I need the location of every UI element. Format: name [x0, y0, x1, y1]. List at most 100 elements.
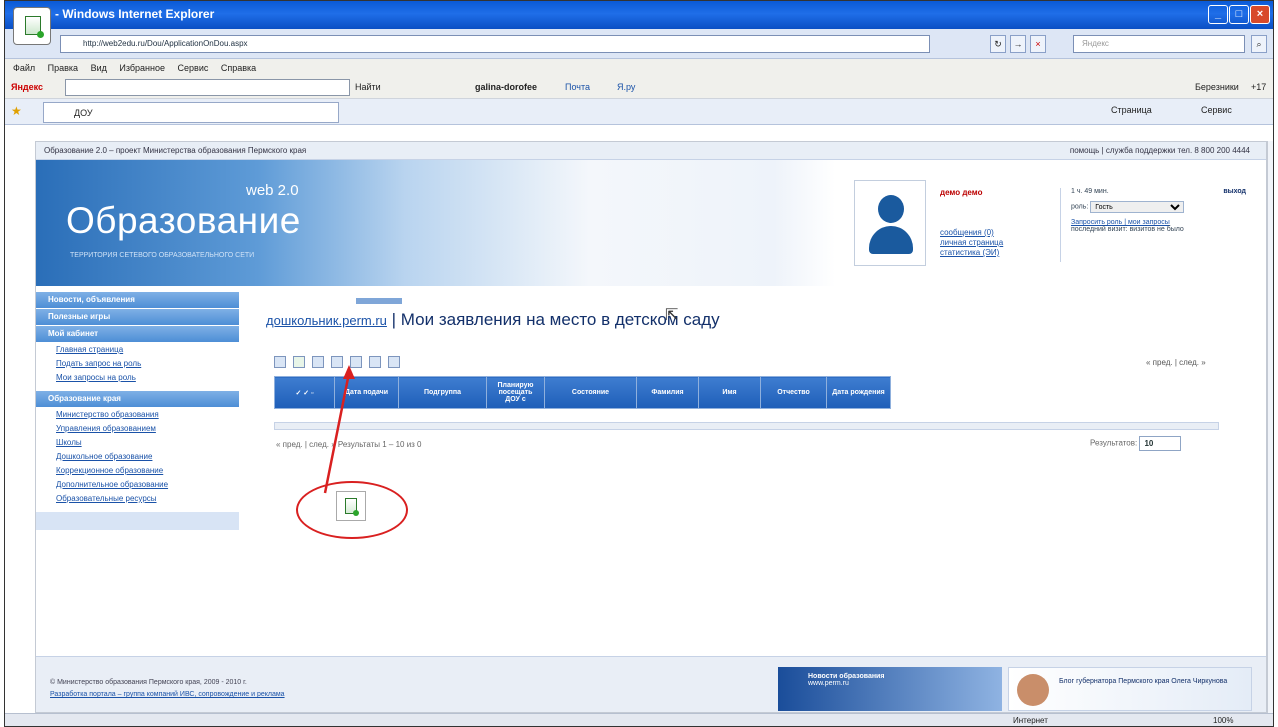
search-icon[interactable]: ⌕ [1251, 35, 1267, 53]
page-icon [13, 7, 51, 45]
sidebar-item-request-role[interactable]: Подать запрос на роль [36, 357, 239, 371]
news-banner[interactable]: Новости образования www.perm.ru [778, 667, 1002, 711]
role-box: 1 ч. 49 мин. выход роль: Гость Запросить … [1060, 188, 1246, 262]
stop-icon[interactable]: × [1030, 35, 1046, 53]
menu-view[interactable]: Вид [91, 63, 107, 73]
sidebar-section-games[interactable]: Полезные игры [36, 309, 239, 325]
avatar [854, 180, 926, 266]
go-icon[interactable]: → [1010, 35, 1026, 53]
new-application-icon[interactable] [293, 356, 306, 369]
sidebar-item-ministry[interactable]: Министерство образования [36, 408, 239, 422]
developer-link[interactable]: Разработка портала – группа компаний ИВС… [50, 691, 285, 698]
governor-blog-banner[interactable]: Блог губернатора Пермского края Олега Чи… [1008, 667, 1252, 711]
menu-file[interactable]: Файл [13, 63, 35, 73]
tab-title: ДОУ [74, 108, 93, 118]
export-icon[interactable] [369, 356, 382, 369]
sidebar-item-my-requests[interactable]: Мои запросы на роль [36, 371, 239, 385]
search-input[interactable]: Яндекс [1073, 35, 1245, 53]
sidebar-item-preschool[interactable]: Дошкольное образование [36, 450, 239, 464]
role-request-links[interactable]: Запросить роль | мои запросы [1071, 219, 1246, 226]
copyright: © Министерство образования Пермского кра… [50, 679, 247, 686]
sidebar-item-additional[interactable]: Дополнительное образование [36, 478, 239, 492]
title-separator: | [386, 310, 401, 329]
yandex-search-input[interactable] [65, 79, 350, 96]
messages-link[interactable]: сообщения (0) [940, 228, 1050, 237]
sidebar-section-region[interactable]: Образование края [36, 391, 239, 407]
sidebar-section-cabinet[interactable]: Мой кабинет [36, 326, 239, 342]
column-firstname[interactable]: Имя [698, 376, 761, 409]
url-field[interactable]: http://web2edu.ru/Dou/ApplicationOnDou.a… [60, 35, 930, 53]
web-label: web 2.0 [246, 182, 299, 199]
tab-dou[interactable]: ДОУ [43, 102, 339, 123]
menu-help[interactable]: Справка [221, 63, 256, 73]
menu-favorites[interactable]: Избранное [119, 63, 165, 73]
grid-scrollbar[interactable] [274, 422, 1219, 430]
minimize-button[interactable]: _ [1208, 5, 1228, 24]
user-box: демо демо сообщения (0) личная страница … [940, 188, 1050, 257]
news-banner-title: Новости образования [808, 673, 885, 680]
yandex-user[interactable]: galina-dorofee [475, 82, 537, 92]
menu-bar: Файл Правка Вид Избранное Сервис Справка [5, 59, 1273, 77]
new-page-icon [25, 16, 44, 38]
page-viewport: Образование 2.0 – проект Министерства об… [35, 141, 1267, 713]
governor-photo [1017, 674, 1049, 706]
pager-top[interactable]: « пред. | след. » [1146, 358, 1206, 367]
banner-collapse-handle[interactable] [356, 298, 402, 304]
sidebar-bottom [36, 512, 239, 530]
role-select[interactable]: Гость [1090, 201, 1185, 213]
page-title: дошкольник.perm.ru | Мои заявления на ме… [266, 310, 1246, 330]
sidebar-item-home[interactable]: Главная страница [36, 343, 239, 357]
column-group[interactable]: Подгруппа [398, 376, 487, 409]
site-slogan: ТЕРРИТОРИЯ СЕТЕВОГО ОБРАЗОВАТЕЛЬНОГО СЕТ… [70, 252, 255, 259]
statistics-link[interactable]: статистика (ЭИ) [940, 248, 1050, 257]
session-time: 1 ч. 49 мин. [1071, 188, 1109, 195]
sidebar-section-news[interactable]: Новости, объявления [36, 292, 239, 308]
sidebar-item-schools[interactable]: Школы [36, 436, 239, 450]
support-links[interactable]: помощь | служба поддержки тел. 8 800 200… [1070, 146, 1250, 155]
yandex-find-button[interactable]: Найти [355, 82, 381, 92]
sidebar-item-departments[interactable]: Управления образованием [36, 422, 239, 436]
close-button[interactable]: × [1250, 5, 1270, 24]
logout-link[interactable]: выход [1223, 188, 1246, 195]
weather-temp: +17 [1251, 82, 1267, 92]
pointer-arrow [323, 365, 355, 494]
yandex-label: Яндекс [11, 82, 44, 92]
weather-city[interactable]: Березники [1195, 82, 1239, 92]
print-icon[interactable] [388, 356, 401, 369]
site-top-strip: Образование 2.0 – проект Министерства об… [36, 142, 1266, 160]
column-birthdate[interactable]: Дата рождения [826, 376, 891, 409]
site-logo[interactable]: Образование [66, 200, 301, 242]
page-menu[interactable]: Страница [1111, 105, 1152, 115]
maximize-button[interactable]: □ [1229, 5, 1249, 24]
site-link[interactable]: дошкольник.perm.ru [266, 313, 387, 328]
refresh-icon[interactable] [274, 356, 286, 369]
results-select[interactable]: 10 [1139, 436, 1182, 451]
yandex-mail[interactable]: Почта [565, 82, 590, 92]
user-name[interactable]: демо демо [940, 188, 1050, 197]
menu-edit[interactable]: Правка [48, 63, 78, 73]
column-lastname[interactable]: Фамилия [636, 376, 699, 409]
address-bar: http://web2edu.ru/Dou/ApplicationOnDou.a… [5, 29, 1273, 59]
sidebar: Новости, объявления Полезные игры Мой ка… [36, 292, 239, 582]
column-plan[interactable]: Планирую посещать ДОУ с [486, 376, 545, 409]
column-patronymic[interactable]: Отчество [760, 376, 827, 409]
title-bar: - Windows Internet Explorer _ □ × [5, 1, 1273, 29]
favorites-star-icon[interactable]: ★ [11, 104, 22, 118]
yandex-yaru[interactable]: Я.ру [617, 82, 635, 92]
tools-menu[interactable]: Сервис [1201, 105, 1232, 115]
results-label: Результатов: [1090, 438, 1138, 448]
page-scrollbar[interactable] [1267, 141, 1273, 713]
news-banner-url: www.perm.ru [808, 680, 849, 687]
last-visit: последний визит: визитов не было [1071, 226, 1184, 233]
avatar-body [869, 226, 913, 254]
refresh-icon[interactable]: ↻ [990, 35, 1006, 53]
menu-tools[interactable]: Сервис [178, 63, 209, 73]
role-label: роль: [1071, 203, 1089, 211]
sidebar-item-correctional[interactable]: Коррекционное образование [36, 464, 239, 478]
sidebar-item-resources[interactable]: Образовательные ресурсы [36, 492, 239, 506]
column-state[interactable]: Состояние [544, 376, 637, 409]
zoom-level[interactable]: 100% [1213, 716, 1233, 725]
security-zone[interactable]: Интернет [1013, 716, 1048, 725]
personal-page-link[interactable]: личная страница [940, 238, 1050, 247]
main-content: дошкольник.perm.ru | Мои заявления на ме… [266, 310, 1246, 451]
